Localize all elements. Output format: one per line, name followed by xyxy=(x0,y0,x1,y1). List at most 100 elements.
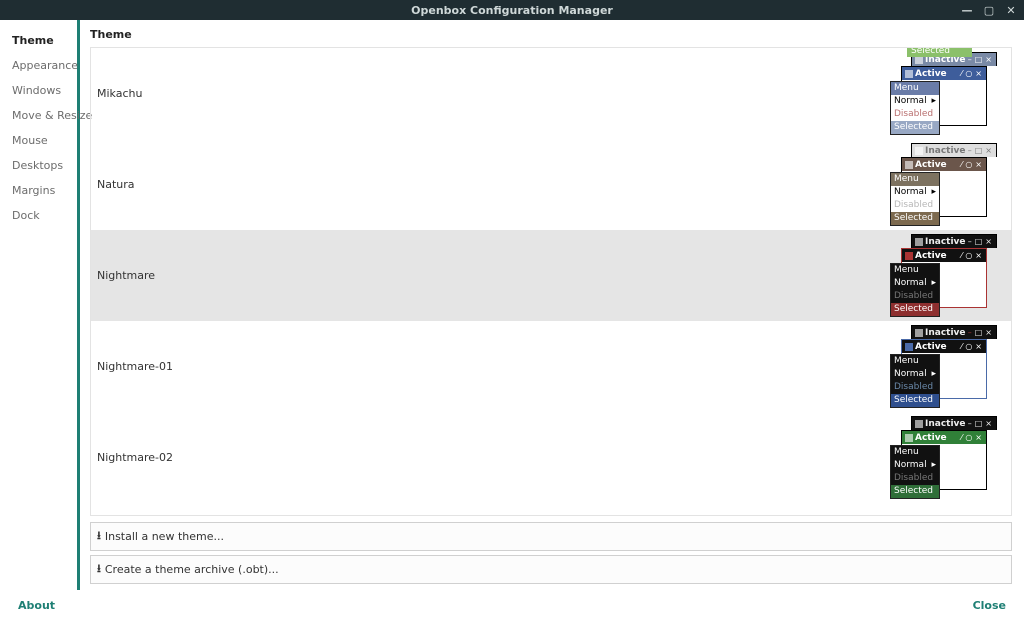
theme-row-nightmare[interactable]: NightmareInactive–□×Active⁄○×MenuNormal▸… xyxy=(91,230,1011,321)
theme-preview: Inactive–□×Active⁄○×MenuNormal▸DisabledS… xyxy=(901,416,1001,498)
preview-menu-item-normal: Normal▸ xyxy=(891,368,939,381)
preview-close-icon: × xyxy=(975,69,983,78)
preview-menu-item-normal: Normal▸ xyxy=(891,95,939,108)
preview-inactive-label: Inactive xyxy=(925,237,966,247)
window-icon xyxy=(915,238,923,246)
sidebar-item-mouse[interactable]: Mouse xyxy=(12,128,73,153)
sidebar-item-dock[interactable]: Dock xyxy=(12,203,73,228)
preview-menu-item-disabled: Disabled xyxy=(891,381,939,394)
category-sidebar: ThemeAppearanceWindowsMove & ResizeMouse… xyxy=(0,20,80,590)
theme-row-nightmare01[interactable]: Nightmare-01Inactive–□×Active⁄○×MenuNorm… xyxy=(91,321,1011,412)
preview-menu-item-selected: Selected xyxy=(891,394,939,407)
preview-menu-item-normal: Normal▸ xyxy=(891,459,939,472)
window-icon xyxy=(905,343,913,351)
preview-pin-icon: ⁄ xyxy=(961,160,963,169)
preview-active-label: Active xyxy=(915,69,947,79)
sidebar-item-move-resize[interactable]: Move & Resize xyxy=(12,103,73,128)
maximize-icon[interactable]: ▢ xyxy=(982,4,996,17)
dialog-footer: About Close xyxy=(0,590,1024,620)
preview-max-icon: ○ xyxy=(965,433,973,442)
preview-close-icon: × xyxy=(975,342,983,351)
theme-label: Natura xyxy=(91,178,139,191)
preview-menu-item-selected: Selected xyxy=(891,303,939,316)
theme-row-natura[interactable]: NaturaInactive–□×Active⁄○×MenuNormal▸Dis… xyxy=(91,139,1011,230)
create-archive-button[interactable]: ⭳ Create a theme archive (.obt)... xyxy=(90,555,1012,584)
preview-max-icon: □ xyxy=(975,328,984,337)
submenu-arrow-icon: ▸ xyxy=(931,277,936,290)
preview-menu-head: Menu xyxy=(891,173,939,186)
preview-active-label: Active xyxy=(915,251,947,261)
preview-menu-item-disabled: Disabled xyxy=(891,472,939,485)
preview-close-icon: × xyxy=(985,419,993,428)
close-icon[interactable]: ✕ xyxy=(1004,4,1018,17)
sidebar-item-windows[interactable]: Windows xyxy=(12,78,73,103)
preview-max-icon: □ xyxy=(975,55,984,64)
install-theme-label: Install a new theme... xyxy=(105,530,224,543)
theme-label: Mikachu xyxy=(91,87,146,100)
create-archive-label: Create a theme archive (.obt)... xyxy=(105,563,279,576)
preview-close-icon: × xyxy=(975,160,983,169)
preview-min-icon: – xyxy=(968,419,973,428)
install-theme-button[interactable]: ⭳ Install a new theme... xyxy=(90,522,1012,551)
submenu-arrow-icon: ▸ xyxy=(931,95,936,108)
theme-label: Nightmare-01 xyxy=(91,360,177,373)
window-icon xyxy=(915,329,923,337)
preview-menu-head: Menu xyxy=(891,82,939,95)
preview-active-label: Active xyxy=(915,160,947,170)
preview-menu-item-selected: Selected xyxy=(891,485,939,498)
panel-title: Theme xyxy=(90,28,1012,41)
preview-min-icon: – xyxy=(968,237,973,246)
sidebar-item-theme[interactable]: Theme xyxy=(12,28,73,53)
window-titlebar: Openbox Configuration Manager — ▢ ✕ xyxy=(0,0,1024,20)
preview-max-icon: ○ xyxy=(965,342,973,351)
theme-label: Nightmare xyxy=(91,269,159,282)
theme-row-nightmare02[interactable]: Nightmare-02Inactive–□×Active⁄○×MenuNorm… xyxy=(91,412,1011,503)
preview-max-icon: ○ xyxy=(965,160,973,169)
window-icon xyxy=(905,161,913,169)
preview-menu-item-normal: Normal▸ xyxy=(891,277,939,290)
preview-inactive-label: Inactive xyxy=(925,146,966,156)
preview-close-icon: × xyxy=(975,251,983,260)
theme-row-mikachu[interactable]: MikachuInactive–□×Active⁄○×MenuNormal▸Di… xyxy=(91,48,1011,139)
sidebar-item-desktops[interactable]: Desktops xyxy=(12,153,73,178)
about-button[interactable]: About xyxy=(18,599,55,612)
download-icon: ⭳ xyxy=(97,527,101,546)
theme-preview: Inactive–□×Active⁄○×MenuNormal▸DisabledS… xyxy=(901,325,1001,407)
theme-list[interactable]: MikachuInactive–□×Active⁄○×MenuNormal▸Di… xyxy=(90,47,1012,516)
window-icon xyxy=(905,70,913,78)
preview-inactive-label: Inactive xyxy=(925,419,966,429)
minimize-icon[interactable]: — xyxy=(960,4,974,17)
preview-min-icon: – xyxy=(968,328,973,337)
preview-active-label: Active xyxy=(915,433,947,443)
preview-max-icon: □ xyxy=(975,237,984,246)
preview-pin-icon: ⁄ xyxy=(961,433,963,442)
preview-max-icon: ○ xyxy=(965,69,973,78)
window-icon xyxy=(905,252,913,260)
preview-close-icon: × xyxy=(985,237,993,246)
preview-max-icon: ○ xyxy=(965,251,973,260)
preview-menu-head: Menu xyxy=(891,355,939,368)
preview-close-icon: × xyxy=(985,55,993,64)
preview-menu-item-disabled: Disabled xyxy=(891,108,939,121)
sidebar-item-margins[interactable]: Margins xyxy=(12,178,73,203)
preview-menu-head: Menu xyxy=(891,446,939,459)
preview-menu-item-selected: Selected xyxy=(891,121,939,134)
window-icon xyxy=(915,147,923,155)
theme-preview: Inactive–□×Active⁄○×MenuNormal▸DisabledS… xyxy=(901,52,1001,134)
preview-inactive-label: Inactive xyxy=(925,328,966,338)
preview-menu-item-normal: Normal▸ xyxy=(891,186,939,199)
preview-pin-icon: ⁄ xyxy=(961,251,963,260)
close-button[interactable]: Close xyxy=(973,599,1006,612)
window-icon xyxy=(905,434,913,442)
sidebar-item-appearance[interactable]: Appearance xyxy=(12,53,73,78)
window-title: Openbox Configuration Manager xyxy=(411,4,613,17)
window-icon xyxy=(915,420,923,428)
submenu-arrow-icon: ▸ xyxy=(931,368,936,381)
download-icon: ⭳ xyxy=(97,560,101,579)
preview-max-icon: □ xyxy=(975,146,984,155)
preview-active-label: Active xyxy=(915,342,947,352)
submenu-arrow-icon: ▸ xyxy=(931,186,936,199)
preview-menu-item-selected: Selected xyxy=(907,47,972,57)
preview-menu-head: Menu xyxy=(891,264,939,277)
main-panel: Theme MikachuInactive–□×Active⁄○×MenuNor… xyxy=(80,20,1024,590)
